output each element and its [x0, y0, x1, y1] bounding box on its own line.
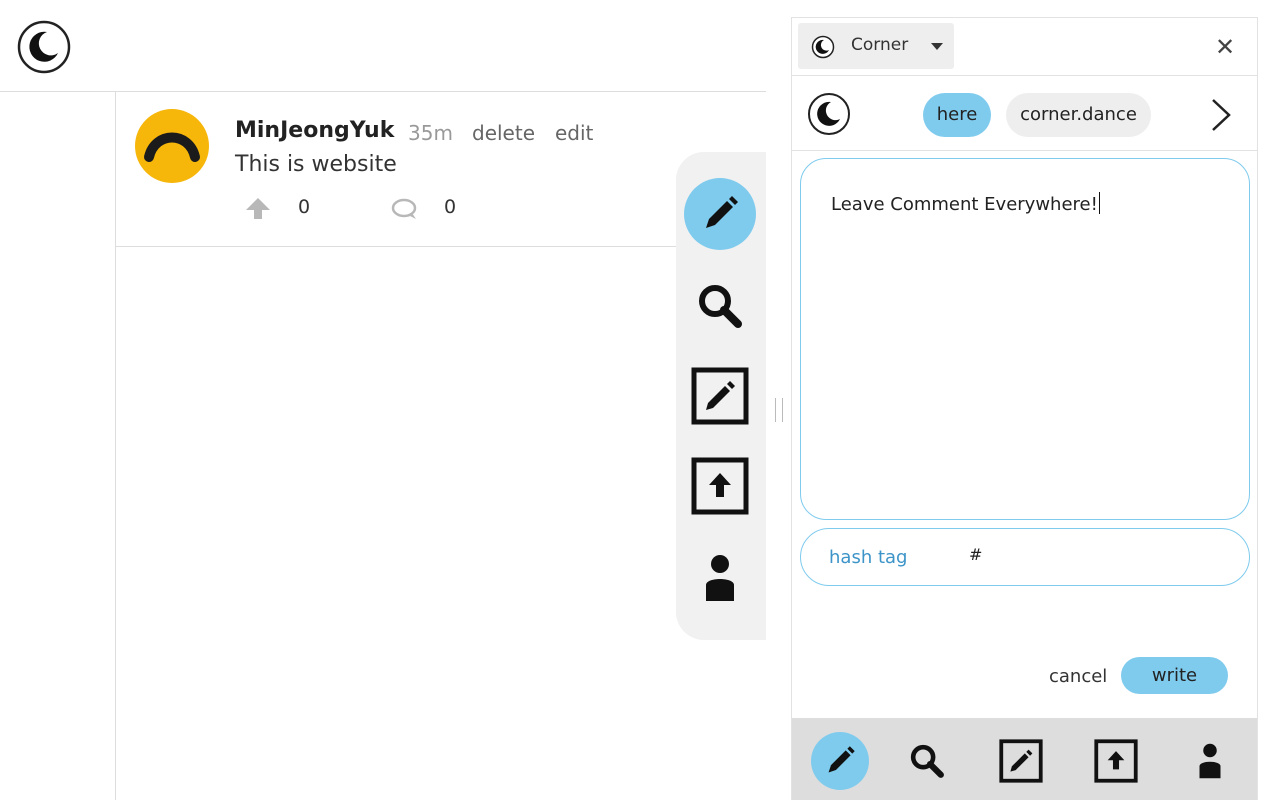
post-text: This is website	[235, 152, 397, 177]
person-icon	[706, 555, 734, 601]
upload-tool-button[interactable]	[684, 450, 756, 522]
comment-textarea[interactable]: Leave Comment Everywhere!	[800, 158, 1250, 520]
text-cursor	[1098, 192, 1100, 214]
profile-tab-button[interactable]	[1181, 732, 1239, 790]
edit-square-icon	[999, 739, 1043, 783]
pencil-icon	[706, 196, 738, 228]
chevron-down-icon	[931, 43, 943, 50]
post-username[interactable]: MinJeongYuk	[235, 118, 394, 143]
edit-tab-button[interactable]	[992, 732, 1050, 790]
chevron-right-icon[interactable]	[1205, 97, 1235, 133]
search-icon	[699, 285, 742, 328]
app-selector[interactable]: Corner	[798, 23, 954, 69]
comment-count: 0	[444, 196, 457, 218]
edit-button[interactable]: edit	[555, 121, 593, 145]
upvote-count: 0	[298, 196, 311, 218]
edit-tool-button[interactable]	[684, 360, 756, 432]
avatar-face-icon	[144, 132, 200, 162]
search-tool-button[interactable]	[684, 270, 756, 342]
pencil-icon	[828, 746, 855, 773]
close-icon[interactable]: ✕	[1210, 32, 1240, 62]
upload-square-icon	[1094, 739, 1138, 783]
hashtag-label: hash tag	[829, 547, 908, 568]
upload-tab-button[interactable]	[1087, 732, 1145, 790]
write-tool-button[interactable]	[684, 178, 756, 250]
search-tab-button[interactable]	[898, 732, 956, 790]
hashtag-input[interactable]: #	[969, 545, 982, 564]
avatar[interactable]	[135, 109, 209, 183]
moon-logo-icon[interactable]	[17, 20, 71, 74]
edit-square-icon	[691, 367, 749, 425]
write-tab-button[interactable]	[811, 732, 869, 790]
hashtag-field[interactable]: hash tag #	[800, 528, 1250, 586]
post-timestamp: 35m	[408, 121, 453, 145]
search-icon	[910, 744, 944, 778]
panel-bottom-toolbar	[792, 718, 1257, 800]
post-card: MinJeongYuk 35m delete edit This is webs…	[116, 92, 766, 247]
panel-topbar: Corner ✕	[792, 18, 1257, 76]
floating-toolbar	[676, 152, 766, 640]
person-icon	[1199, 743, 1221, 779]
chip-site[interactable]: corner.dance	[1006, 93, 1151, 137]
write-button[interactable]: write	[1121, 657, 1228, 694]
panel-resize-handle[interactable]	[775, 398, 783, 422]
upload-square-icon	[691, 457, 749, 515]
comment-text: Leave Comment Everywhere!	[831, 192, 1100, 215]
comment-text-value: Leave Comment Everywhere!	[831, 194, 1098, 215]
moon-icon	[811, 35, 835, 59]
panel-nav: here corner.dance	[792, 77, 1257, 151]
arrow-up-icon[interactable]	[244, 196, 272, 220]
side-panel: Corner ✕ here corner.dance Leave Comment…	[791, 17, 1258, 800]
app-name: Corner	[851, 35, 909, 55]
profile-tool-button[interactable]	[684, 542, 756, 614]
chip-here[interactable]: here	[923, 93, 991, 137]
comment-icon[interactable]	[390, 198, 418, 220]
page-header	[0, 0, 766, 92]
cancel-button[interactable]: cancel	[1049, 666, 1107, 687]
delete-button[interactable]: delete	[472, 121, 535, 145]
moon-icon[interactable]	[807, 92, 851, 136]
